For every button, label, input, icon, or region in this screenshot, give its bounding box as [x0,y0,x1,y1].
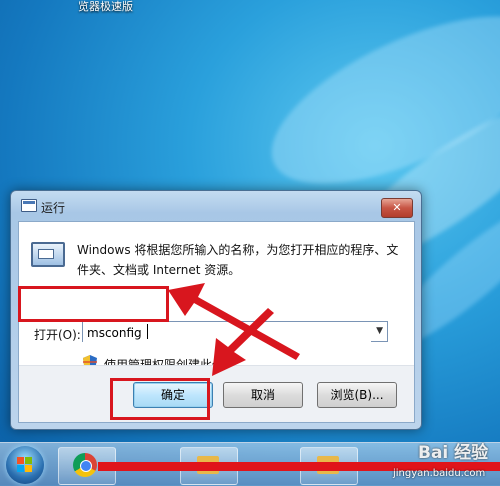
windows-logo-icon [17,457,32,472]
baidu-watermark-url: jingyan.baidu.com [393,468,486,479]
baidu-watermark-logo: Bai 经验 [418,443,489,463]
start-button[interactable] [6,446,44,484]
annotation-arrows [168,283,300,376]
browser-icon [73,453,97,477]
